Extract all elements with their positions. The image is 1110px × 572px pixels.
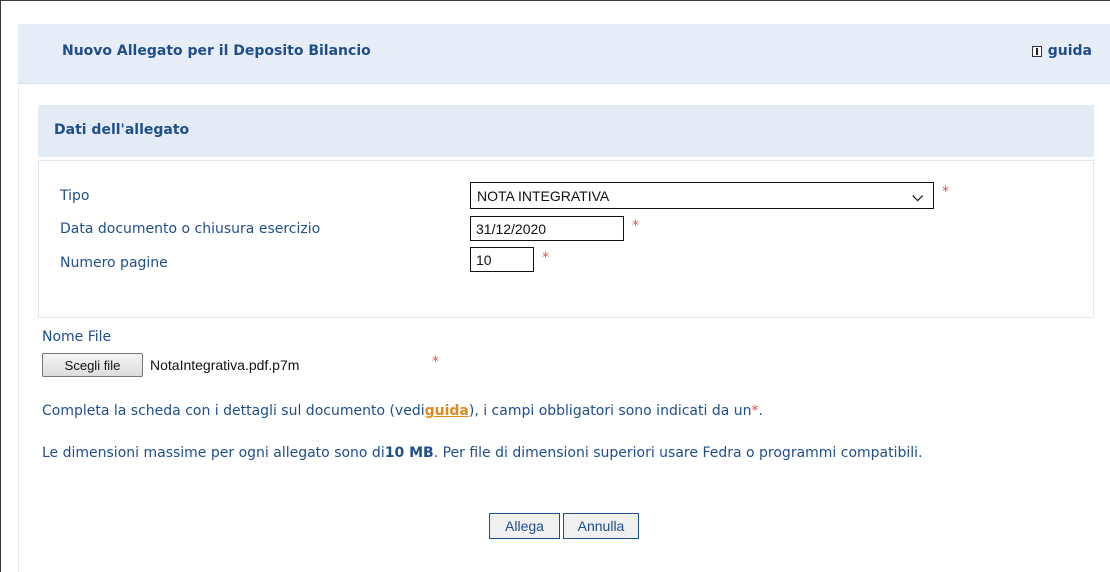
info-text: Le dimensioni massime per ogni allegato … [42,445,385,461]
info-text: . Per file di dimensioni superiori usare… [433,445,923,461]
section-title: Dati dell'allegato [54,122,190,138]
required-mark: * [751,403,759,419]
required-mark: * [942,184,949,200]
tipo-select[interactable]: NOTA INTEGRATIVA ⌵ [470,182,934,209]
guida-inline-link[interactable]: guida [425,403,469,419]
max-size-value: 10 MB [384,445,434,461]
tipo-label: Tipo [60,188,90,204]
chevron-down-icon: ⌵ [912,188,923,204]
help-book-icon [1031,45,1042,57]
required-mark: * [432,354,439,370]
numero-pagine-input[interactable] [470,247,534,272]
allega-button[interactable]: Allega [489,513,560,539]
required-mark: * [542,250,549,266]
page-title: Nuovo Allegato per il Deposito Bilancio [62,43,371,59]
info-max-size: Le dimensioni massime per ogni allegato … [42,444,1082,462]
page-header: Nuovo Allegato per il Deposito Bilancio … [18,24,1110,84]
info-text: ), i campi obbligatori sono indicati da … [468,403,752,419]
required-mark: * [632,218,639,234]
info-text: Completa la scheda con i dettagli sul do… [42,403,425,419]
info-required-fields: Completa la scheda con i dettagli sul do… [42,402,1082,420]
guida-link[interactable]: guida [1031,43,1092,59]
page-border [18,84,19,572]
selected-file-name: NotaIntegrativa.pdf.p7m [150,357,300,373]
data-documento-label: Data documento o chiusura esercizio [60,221,321,237]
info-text: . [758,403,763,419]
choose-file-button[interactable]: Scegli file [42,353,143,377]
data-documento-input[interactable] [470,216,624,241]
annulla-button[interactable]: Annulla [563,513,639,539]
tipo-select-value: NOTA INTEGRATIVA [477,187,610,204]
numero-pagine-label: Numero pagine [60,255,168,271]
guida-link-label: guida [1047,43,1092,59]
section-header: Dati dell'allegato [38,105,1094,157]
nome-file-label: Nome File [42,329,112,345]
